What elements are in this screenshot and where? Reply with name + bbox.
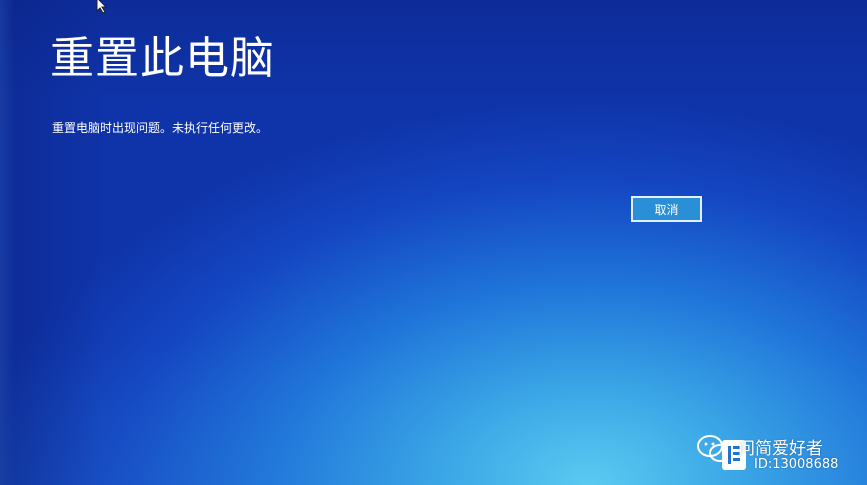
page-title: 重置此电脑: [50, 33, 275, 84]
watermark: 问简爱好者 ID:13008688: [696, 430, 856, 476]
cancel-button[interactable]: 取消: [631, 196, 702, 222]
error-message: 重置电脑时出现问题。未执行任何更改。: [52, 121, 269, 135]
watermark-id: ID:13008688: [754, 457, 839, 472]
mouse-pointer-icon: [96, 0, 108, 14]
watermark-name: 问简爱好者: [738, 439, 823, 459]
screen-edge: [0, 0, 14, 485]
